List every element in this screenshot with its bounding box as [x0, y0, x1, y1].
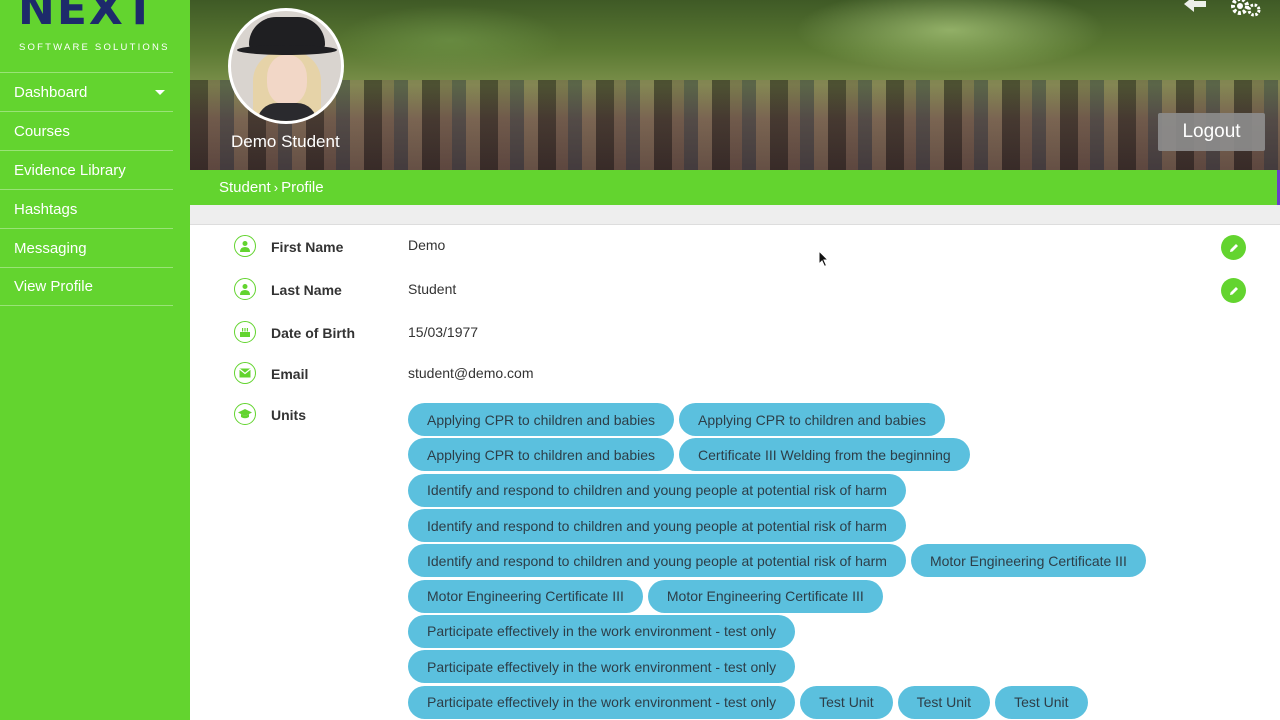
- email-value: student@demo.com: [408, 365, 534, 381]
- sidebar-item-label: Dashboard: [14, 83, 88, 101]
- unit-chip[interactable]: Applying CPR to children and babies: [679, 403, 946, 437]
- units-row: Participate effectively in the work envi…: [408, 649, 1168, 684]
- breadcrumb-current: Profile: [281, 179, 324, 196]
- first-name-label: First Name: [271, 239, 344, 255]
- avatar: [228, 8, 344, 124]
- unit-chip[interactable]: Identify and respond to children and you…: [408, 509, 906, 543]
- unit-chip[interactable]: Motor Engineering Certificate III: [910, 544, 1146, 578]
- logo-name: NEXT: [18, 0, 157, 35]
- edit-last-name-button[interactable]: [1221, 278, 1246, 303]
- back-arrow-icon[interactable]: [1182, 0, 1208, 14]
- breadcrumb-separator: ›: [273, 180, 279, 195]
- gears-icon[interactable]: [1228, 0, 1262, 18]
- sidebar-item-label: Messaging: [14, 239, 87, 257]
- units-row: Identify and respond to children and you…: [408, 508, 1168, 543]
- unit-chip[interactable]: Certificate III Welding from the beginni…: [679, 438, 970, 472]
- sidebar-item-label: View Profile: [14, 278, 93, 295]
- student-name: Demo Student: [231, 132, 340, 151]
- unit-chip[interactable]: Applying CPR to children and babies: [408, 438, 675, 472]
- unit-chip[interactable]: Test Unit: [800, 685, 893, 719]
- sidebar-item-hashtags[interactable]: Hashtags: [0, 189, 173, 228]
- breadcrumb-parent[interactable]: Student: [219, 179, 271, 196]
- sidebar: NEXT SOFTWARE SOLUTIONS Dashboard Course…: [0, 0, 190, 720]
- unit-chip[interactable]: Motor Engineering Certificate III: [647, 579, 883, 613]
- sidebar-item-messaging[interactable]: Messaging: [0, 228, 173, 267]
- profile-banner: Demo Student Logout: [190, 0, 1280, 170]
- sidebar-nav: Dashboard Courses Evidence Library Hasht…: [0, 72, 173, 306]
- unit-chip[interactable]: Test Unit: [897, 685, 991, 719]
- breadcrumb: Student › Profile: [190, 170, 1280, 205]
- caret-down-icon[interactable]: [155, 90, 165, 95]
- banner-background-image: [190, 80, 1280, 170]
- user-icon: [234, 235, 256, 257]
- units-row: Participate effectively in the work envi…: [408, 684, 1168, 719]
- pencil-icon: [1229, 286, 1238, 295]
- unit-chip[interactable]: Test Unit: [995, 685, 1088, 719]
- graduation-cap-icon: [234, 403, 256, 425]
- pencil-icon: [1229, 243, 1238, 252]
- sidebar-item-dashboard[interactable]: Dashboard: [0, 72, 173, 111]
- mouse-pointer-icon: [818, 250, 830, 268]
- units-row: Participate effectively in the work envi…: [408, 614, 1168, 649]
- divider-strip: [190, 205, 1280, 225]
- units-row: Identify and respond to children and you…: [408, 543, 1168, 578]
- app-root: NEXT SOFTWARE SOLUTIONS Dashboard Course…: [0, 0, 1280, 720]
- sidebar-item-view-profile[interactable]: View Profile: [0, 267, 173, 306]
- logo-tagline: SOFTWARE SOLUTIONS: [19, 42, 170, 53]
- unit-chip[interactable]: Participate effectively in the work envi…: [408, 650, 796, 684]
- header-icons: [1174, 0, 1264, 20]
- units-list: Applying CPR to children and babies Appl…: [408, 402, 1168, 720]
- sidebar-item-evidence-library[interactable]: Evidence Library: [0, 150, 173, 189]
- birthday-cake-icon: [234, 321, 256, 343]
- user-icon: [234, 278, 256, 300]
- unit-chip[interactable]: Participate effectively in the work envi…: [408, 614, 796, 648]
- envelope-icon: [234, 362, 256, 384]
- dob-label: Date of Birth: [271, 325, 355, 341]
- email-label: Email: [271, 366, 309, 382]
- unit-chip[interactable]: Identify and respond to children and you…: [408, 544, 906, 578]
- units-row: Applying CPR to children and babies Cert…: [408, 437, 1168, 472]
- unit-chip[interactable]: Identify and respond to children and you…: [408, 473, 906, 507]
- edit-first-name-button[interactable]: [1221, 235, 1246, 260]
- units-label: Units: [271, 407, 306, 423]
- sidebar-item-label: Hashtags: [14, 200, 78, 218]
- units-row: Applying CPR to children and babies Appl…: [408, 402, 1168, 437]
- logo[interactable]: NEXT SOFTWARE SOLUTIONS: [18, 0, 173, 60]
- sidebar-item-label: Evidence Library: [14, 161, 126, 179]
- units-row: Motor Engineering Certificate III Motor …: [408, 578, 1168, 613]
- unit-chip[interactable]: Participate effectively in the work envi…: [408, 685, 796, 719]
- sidebar-item-label: Courses: [14, 122, 70, 140]
- unit-chip[interactable]: Motor Engineering Certificate III: [408, 579, 643, 613]
- unit-chip[interactable]: Applying CPR to children and babies: [408, 403, 675, 437]
- dob-value: 15/03/1977: [408, 324, 479, 340]
- first-name-value: Demo: [408, 237, 446, 253]
- units-row: Identify and respond to children and you…: [408, 473, 1168, 508]
- last-name-label: Last Name: [271, 282, 342, 298]
- logout-button[interactable]: Logout: [1158, 113, 1265, 151]
- sidebar-item-courses[interactable]: Courses: [0, 111, 173, 150]
- last-name-value: Student: [408, 281, 457, 297]
